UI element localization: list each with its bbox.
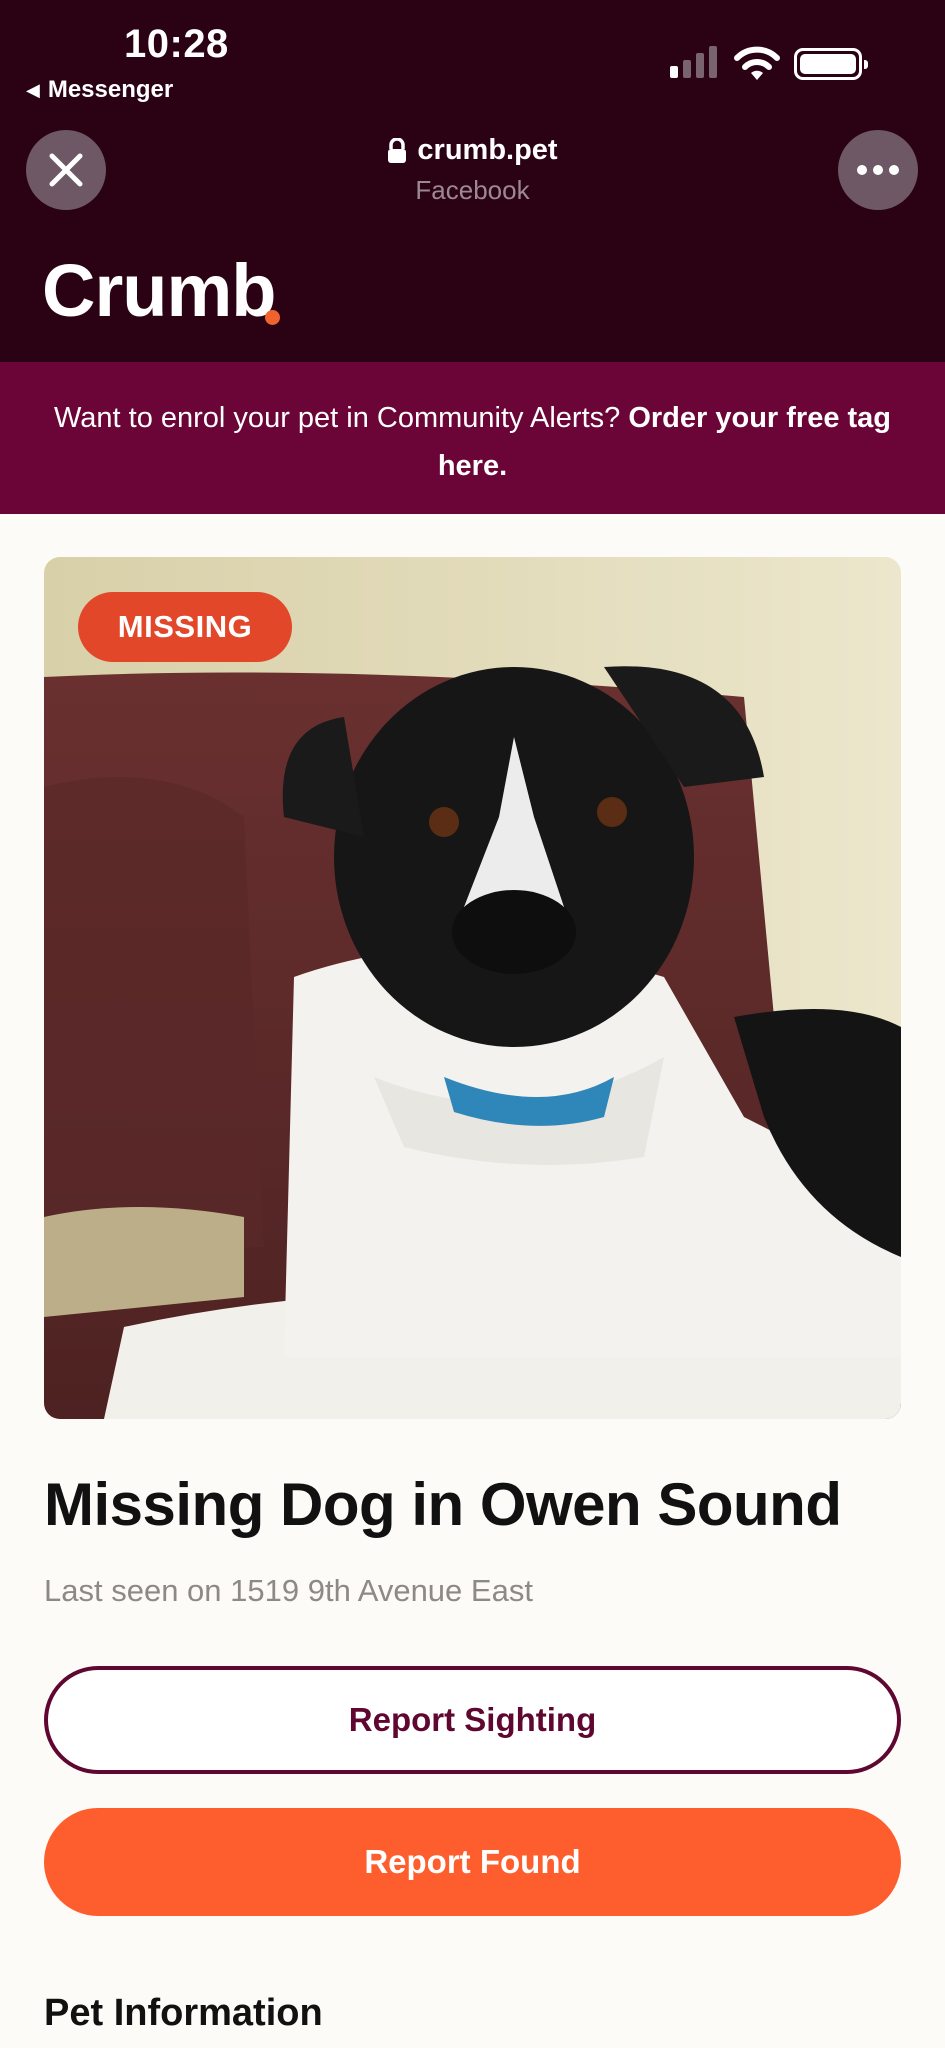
report-found-button[interactable]: Report Found [44, 1808, 901, 1916]
report-sighting-button[interactable]: Report Sighting [44, 1666, 901, 1774]
back-to-messenger[interactable]: ◀ Messenger [26, 76, 173, 104]
crumb-logo[interactable]: Crumb [42, 254, 276, 328]
pet-photo [44, 557, 901, 1419]
url-text: crumb.pet [417, 134, 558, 166]
top-header: 10:28 ◀ Messenger crumb.pet Facebook Cru… [0, 0, 945, 362]
listing-title: Missing Dog in Owen Sound [44, 1471, 842, 1538]
pet-information-heading: Pet Information [44, 1992, 323, 2034]
back-label: Messenger [47, 76, 174, 103]
logo-dot [265, 310, 280, 325]
more-options-button[interactable] [838, 130, 918, 210]
more-icon [857, 165, 899, 175]
status-time: 10:28 [124, 22, 229, 66]
url-bar[interactable]: crumb.pet Facebook [0, 134, 945, 206]
last-seen-location: Last seen on 1519 9th Avenue East [44, 1573, 533, 1608]
url-subtitle: Facebook [415, 174, 530, 205]
battery-icon [794, 48, 868, 80]
missing-status-badge: MISSING [78, 592, 292, 662]
page: 10:28 ◀ Messenger crumb.pet Facebook Cru… [0, 0, 945, 2048]
wifi-icon [734, 46, 780, 80]
community-alerts-banner: Want to enrol your pet in Community Aler… [0, 362, 945, 514]
lock-icon [388, 137, 407, 163]
banner-text: Want to enrol your pet in Community Aler… [53, 402, 629, 434]
dog-image [44, 557, 901, 1419]
back-triangle-icon: ◀ [26, 79, 40, 100]
cellular-signal-icon [670, 46, 717, 78]
